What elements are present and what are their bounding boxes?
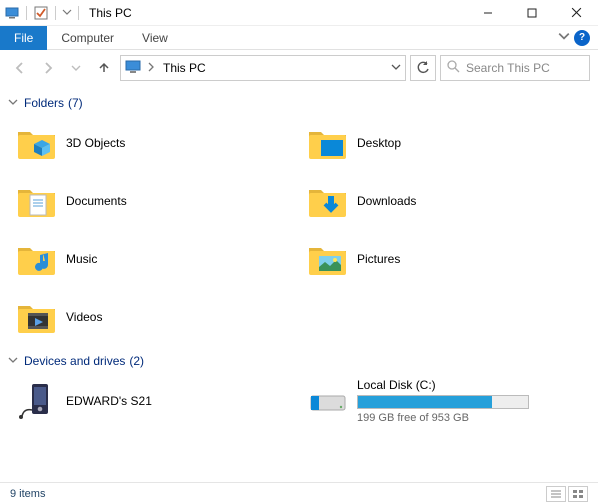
tab-computer[interactable]: Computer — [47, 26, 128, 50]
drives-grid: EDWARD's S21 Local Disk (C:) 199 GB free… — [0, 374, 598, 428]
storage-subtext: 199 GB free of 953 GB — [357, 412, 529, 424]
tab-view[interactable]: View — [128, 26, 182, 50]
drive-icon — [307, 380, 349, 422]
address-dropdown-icon[interactable] — [391, 61, 401, 75]
item-label: Desktop — [357, 136, 401, 150]
phone-icon — [16, 380, 58, 422]
music-icon — [16, 238, 58, 280]
item-label: Videos — [66, 310, 102, 324]
folder-pictures[interactable]: Pictures — [299, 232, 590, 286]
item-label: Downloads — [357, 194, 416, 208]
videos-icon — [16, 296, 58, 338]
pictures-icon — [307, 238, 349, 280]
downloads-icon — [307, 180, 349, 222]
qat-dropdown-icon[interactable] — [62, 6, 72, 20]
folder-3d-objects[interactable]: 3D Objects — [8, 116, 299, 170]
back-button[interactable] — [8, 55, 32, 81]
search-placeholder: Search This PC — [466, 61, 550, 75]
folder-music[interactable]: Music — [8, 232, 299, 286]
ribbon-expand-icon[interactable] — [558, 30, 570, 45]
status-bar: 9 items — [0, 482, 598, 504]
section-label: Devices and drives — [24, 354, 125, 368]
folder-downloads[interactable]: Downloads — [299, 174, 590, 228]
recent-locations-icon[interactable] — [64, 55, 88, 81]
window-controls — [466, 0, 598, 26]
navigation-bar: This PC Search This PC — [0, 50, 598, 86]
section-folders-header[interactable]: Folders (7) — [0, 86, 598, 116]
tab-file[interactable]: File — [0, 26, 47, 50]
quick-access-toolbar — [4, 5, 83, 21]
folders-grid: 3D Objects Desktop Documents — [0, 116, 598, 344]
device-phone[interactable]: EDWARD's S21 — [8, 374, 299, 428]
chevron-down-icon — [8, 96, 20, 110]
view-details-button[interactable] — [546, 486, 566, 502]
section-label: Folders — [24, 96, 64, 110]
documents-icon — [16, 180, 58, 222]
folder-videos[interactable]: Videos — [8, 290, 299, 344]
address-bar[interactable]: This PC — [120, 55, 406, 81]
maximize-button[interactable] — [510, 0, 554, 26]
item-label: Documents — [66, 194, 127, 208]
chevron-right-icon[interactable] — [147, 61, 155, 75]
help-button[interactable]: ? — [574, 30, 590, 46]
section-drives-header[interactable]: Devices and drives (2) — [0, 344, 598, 374]
storage-bar — [357, 395, 529, 409]
item-label: EDWARD's S21 — [66, 394, 152, 408]
device-local-disk[interactable]: Local Disk (C:) 199 GB free of 953 GB — [299, 374, 590, 428]
up-button[interactable] — [92, 55, 116, 81]
search-box[interactable]: Search This PC — [440, 55, 590, 81]
minimize-button[interactable] — [466, 0, 510, 26]
breadcrumb-this-pc[interactable]: This PC — [159, 61, 210, 75]
refresh-button[interactable] — [410, 55, 436, 81]
folder-desktop[interactable]: Desktop — [299, 116, 590, 170]
this-pc-icon — [4, 5, 20, 21]
this-pc-icon — [125, 60, 143, 77]
ribbon-tabs: File Computer View ? — [0, 26, 598, 50]
desktop-icon — [307, 122, 349, 164]
3d-objects-icon — [16, 122, 58, 164]
item-label: 3D Objects — [66, 136, 125, 150]
search-icon — [447, 60, 460, 76]
section-count: (7) — [68, 96, 83, 110]
item-label: Music — [66, 252, 97, 266]
close-button[interactable] — [554, 0, 598, 26]
item-label: Local Disk (C:) — [357, 378, 529, 392]
chevron-down-icon — [8, 354, 20, 368]
properties-icon[interactable] — [33, 5, 49, 21]
window-title: This PC — [89, 6, 132, 20]
folder-documents[interactable]: Documents — [8, 174, 299, 228]
view-icons-button[interactable] — [568, 486, 588, 502]
item-label: Pictures — [357, 252, 400, 266]
section-count: (2) — [129, 354, 144, 368]
titlebar: This PC — [0, 0, 598, 26]
status-text: 9 items — [10, 488, 45, 500]
forward-button[interactable] — [36, 55, 60, 81]
